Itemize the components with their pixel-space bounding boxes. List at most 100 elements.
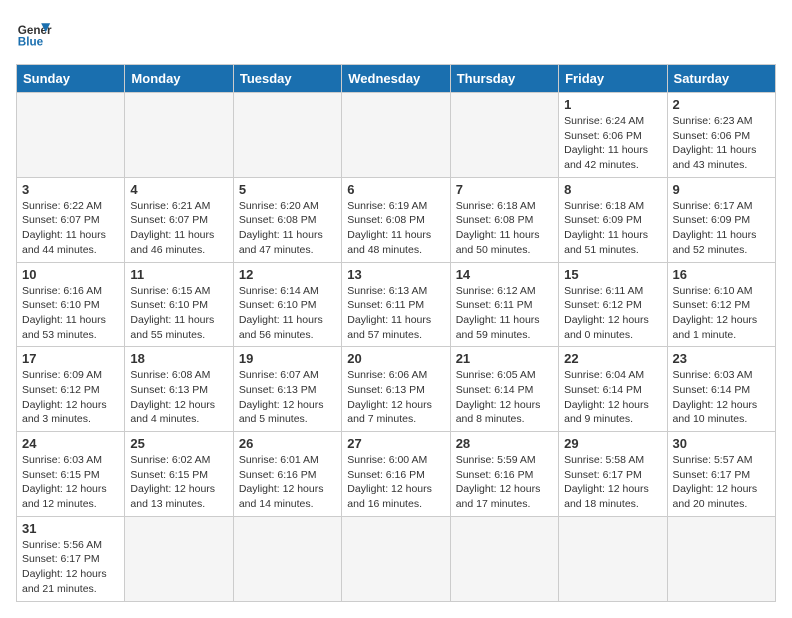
- day-info: Sunrise: 6:18 AM Sunset: 6:09 PM Dayligh…: [564, 199, 661, 258]
- day-number: 26: [239, 436, 336, 451]
- calendar-cell: 25Sunrise: 6:02 AM Sunset: 6:15 PM Dayli…: [125, 432, 233, 517]
- calendar-cell: 31Sunrise: 5:56 AM Sunset: 6:17 PM Dayli…: [17, 516, 125, 601]
- calendar-cell: 14Sunrise: 6:12 AM Sunset: 6:11 PM Dayli…: [450, 262, 558, 347]
- day-number: 5: [239, 182, 336, 197]
- day-info: Sunrise: 6:24 AM Sunset: 6:06 PM Dayligh…: [564, 114, 661, 173]
- day-number: 6: [347, 182, 444, 197]
- calendar-cell: 7Sunrise: 6:18 AM Sunset: 6:08 PM Daylig…: [450, 177, 558, 262]
- calendar-cell: [233, 516, 341, 601]
- day-number: 28: [456, 436, 553, 451]
- day-info: Sunrise: 6:12 AM Sunset: 6:11 PM Dayligh…: [456, 284, 553, 343]
- day-info: Sunrise: 6:05 AM Sunset: 6:14 PM Dayligh…: [456, 368, 553, 427]
- calendar-cell: 1 Sunrise: 6:24 AM Sunset: 6:06 PM Daylig…: [559, 93, 667, 178]
- day-info: Sunrise: 6:02 AM Sunset: 6:15 PM Dayligh…: [130, 453, 227, 512]
- calendar-week-row: 3 Sunrise: 6:22 AM Sunset: 6:07 PM Daylig…: [17, 177, 776, 262]
- calendar-cell: 26 Sunrise: 6:01 AM Sunset: 6:16 PM Dayli…: [233, 432, 341, 517]
- calendar-cell: 24Sunrise: 6:03 AM Sunset: 6:15 PM Dayli…: [17, 432, 125, 517]
- day-info: Sunrise: 5:57 AM Sunset: 6:17 PM Dayligh…: [673, 453, 770, 512]
- day-number: 9: [673, 182, 770, 197]
- day-info: Sunrise: 6:09 AM Sunset: 6:12 PM Dayligh…: [22, 368, 119, 427]
- logo: General Blue: [16, 16, 52, 52]
- weekday-header-tuesday: Tuesday: [233, 65, 341, 93]
- day-number: 20: [347, 351, 444, 366]
- day-info: Sunrise: 6:03 AM Sunset: 6:15 PM Dayligh…: [22, 453, 119, 512]
- day-number: 3: [22, 182, 119, 197]
- weekday-header-friday: Friday: [559, 65, 667, 93]
- calendar-cell: 11Sunrise: 6:15 AM Sunset: 6:10 PM Dayli…: [125, 262, 233, 347]
- calendar-cell: [667, 516, 775, 601]
- day-number: 10: [22, 267, 119, 282]
- day-number: 15: [564, 267, 661, 282]
- calendar-header-row: SundayMondayTuesdayWednesdayThursdayFrid…: [17, 65, 776, 93]
- day-number: 8: [564, 182, 661, 197]
- day-info: Sunrise: 6:20 AM Sunset: 6:08 PM Dayligh…: [239, 199, 336, 258]
- calendar-cell: 2Sunrise: 6:23 AM Sunset: 6:06 PM Daylig…: [667, 93, 775, 178]
- day-number: 23: [673, 351, 770, 366]
- day-info: Sunrise: 6:10 AM Sunset: 6:12 PM Dayligh…: [673, 284, 770, 343]
- calendar-cell: 29Sunrise: 5:58 AM Sunset: 6:17 PM Dayli…: [559, 432, 667, 517]
- calendar-cell: 9 Sunrise: 6:17 AM Sunset: 6:09 PM Daylig…: [667, 177, 775, 262]
- day-info: Sunrise: 6:01 AM Sunset: 6:16 PM Dayligh…: [239, 453, 336, 512]
- day-info: Sunrise: 6:11 AM Sunset: 6:12 PM Dayligh…: [564, 284, 661, 343]
- weekday-header-thursday: Thursday: [450, 65, 558, 93]
- day-number: 22: [564, 351, 661, 366]
- calendar-cell: [17, 93, 125, 178]
- day-number: 27: [347, 436, 444, 451]
- day-number: 17: [22, 351, 119, 366]
- day-number: 31: [22, 521, 119, 536]
- day-number: 30: [673, 436, 770, 451]
- calendar-body: 1 Sunrise: 6:24 AM Sunset: 6:06 PM Daylig…: [17, 93, 776, 602]
- calendar-cell: 28Sunrise: 5:59 AM Sunset: 6:16 PM Dayli…: [450, 432, 558, 517]
- day-info: Sunrise: 6:19 AM Sunset: 6:08 PM Dayligh…: [347, 199, 444, 258]
- calendar-cell: 17 Sunrise: 6:09 AM Sunset: 6:12 PM Dayli…: [17, 347, 125, 432]
- weekday-header-saturday: Saturday: [667, 65, 775, 93]
- day-number: 2: [673, 97, 770, 112]
- calendar-cell: 8 Sunrise: 6:18 AM Sunset: 6:09 PM Daylig…: [559, 177, 667, 262]
- calendar-cell: [233, 93, 341, 178]
- calendar-week-row: 17 Sunrise: 6:09 AM Sunset: 6:12 PM Dayli…: [17, 347, 776, 432]
- day-info: Sunrise: 6:08 AM Sunset: 6:13 PM Dayligh…: [130, 368, 227, 427]
- day-number: 11: [130, 267, 227, 282]
- day-number: 19: [239, 351, 336, 366]
- day-info: Sunrise: 6:17 AM Sunset: 6:09 PM Dayligh…: [673, 199, 770, 258]
- day-number: 21: [456, 351, 553, 366]
- day-info: Sunrise: 6:16 AM Sunset: 6:10 PM Dayligh…: [22, 284, 119, 343]
- calendar-week-row: 10 Sunrise: 6:16 AM Sunset: 6:10 PM Dayli…: [17, 262, 776, 347]
- day-info: Sunrise: 6:13 AM Sunset: 6:11 PM Dayligh…: [347, 284, 444, 343]
- logo-icon: General Blue: [16, 16, 52, 52]
- calendar-cell: 23 Sunrise: 6:03 AM Sunset: 6:14 PM Dayli…: [667, 347, 775, 432]
- day-info: Sunrise: 6:07 AM Sunset: 6:13 PM Dayligh…: [239, 368, 336, 427]
- weekday-header-wednesday: Wednesday: [342, 65, 450, 93]
- calendar-cell: 16Sunrise: 6:10 AM Sunset: 6:12 PM Dayli…: [667, 262, 775, 347]
- calendar-cell: 22 Sunrise: 6:04 AM Sunset: 6:14 PM Dayli…: [559, 347, 667, 432]
- day-number: 13: [347, 267, 444, 282]
- page-header: General Blue: [16, 16, 776, 52]
- day-number: 1: [564, 97, 661, 112]
- calendar-cell: [125, 516, 233, 601]
- calendar-table: SundayMondayTuesdayWednesdayThursdayFrid…: [16, 64, 776, 602]
- day-info: Sunrise: 6:22 AM Sunset: 6:07 PM Dayligh…: [22, 199, 119, 258]
- day-info: Sunrise: 6:06 AM Sunset: 6:13 PM Dayligh…: [347, 368, 444, 427]
- calendar-cell: [559, 516, 667, 601]
- calendar-cell: [342, 93, 450, 178]
- calendar-cell: 18Sunrise: 6:08 AM Sunset: 6:13 PM Dayli…: [125, 347, 233, 432]
- calendar-cell: [125, 93, 233, 178]
- calendar-cell: [342, 516, 450, 601]
- calendar-week-row: 31Sunrise: 5:56 AM Sunset: 6:17 PM Dayli…: [17, 516, 776, 601]
- day-info: Sunrise: 6:04 AM Sunset: 6:14 PM Dayligh…: [564, 368, 661, 427]
- calendar-cell: 19 Sunrise: 6:07 AM Sunset: 6:13 PM Dayli…: [233, 347, 341, 432]
- calendar-cell: 3 Sunrise: 6:22 AM Sunset: 6:07 PM Daylig…: [17, 177, 125, 262]
- calendar-cell: 12Sunrise: 6:14 AM Sunset: 6:10 PM Dayli…: [233, 262, 341, 347]
- calendar-cell: [450, 93, 558, 178]
- weekday-header-monday: Monday: [125, 65, 233, 93]
- day-info: Sunrise: 6:21 AM Sunset: 6:07 PM Dayligh…: [130, 199, 227, 258]
- svg-text:Blue: Blue: [18, 36, 44, 49]
- calendar-cell: 5 Sunrise: 6:20 AM Sunset: 6:08 PM Daylig…: [233, 177, 341, 262]
- calendar-week-row: 24Sunrise: 6:03 AM Sunset: 6:15 PM Dayli…: [17, 432, 776, 517]
- calendar-cell: 30 Sunrise: 5:57 AM Sunset: 6:17 PM Dayli…: [667, 432, 775, 517]
- day-info: Sunrise: 5:58 AM Sunset: 6:17 PM Dayligh…: [564, 453, 661, 512]
- day-info: Sunrise: 6:03 AM Sunset: 6:14 PM Dayligh…: [673, 368, 770, 427]
- calendar-cell: 15 Sunrise: 6:11 AM Sunset: 6:12 PM Dayli…: [559, 262, 667, 347]
- calendar-cell: 13 Sunrise: 6:13 AM Sunset: 6:11 PM Dayli…: [342, 262, 450, 347]
- day-number: 4: [130, 182, 227, 197]
